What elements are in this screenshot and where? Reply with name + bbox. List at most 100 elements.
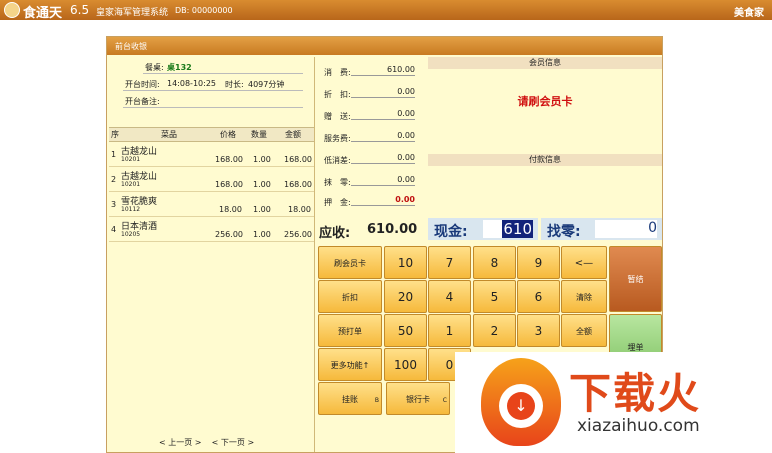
change-label: 找零: — [547, 224, 581, 240]
fee-label: 抹 零: — [324, 178, 351, 187]
fee-row-service: 服务费: 0.00 — [315, 127, 425, 147]
key-7[interactable]: 7 — [428, 246, 471, 279]
title-bar: 食通天 6.5 皇家海军管理系统 DB: 00000000 美食家 — [0, 0, 772, 21]
key-10[interactable]: 10 — [384, 246, 427, 279]
panel-title: 前台收银 — [115, 42, 147, 51]
fee-label: 服务费: — [324, 134, 351, 143]
key-9[interactable]: 9 — [517, 246, 560, 279]
row-amount: 168.00 — [284, 155, 312, 164]
bank-card-shortcut: C — [442, 397, 447, 404]
watermark-title: 下载火 — [569, 369, 702, 418]
cash-box: 现金: 610 — [428, 218, 538, 240]
db-label: DB: 00000000 — [175, 6, 233, 15]
open-time-label: 开台时间: — [125, 80, 160, 89]
key-6[interactable]: 6 — [517, 280, 560, 313]
fee-row-consumption: 消 费: 610.00 — [315, 61, 425, 81]
row-amount: 18.00 — [288, 205, 311, 214]
credit-button[interactable]: 挂账 B — [318, 382, 382, 415]
table-underline — [143, 73, 303, 74]
receivable-value: 610.00 — [367, 222, 418, 237]
key-50[interactable]: 50 — [384, 314, 427, 347]
fee-label: 消 费: — [324, 68, 351, 77]
fee-value: 0.00 — [351, 131, 415, 142]
row-price: 256.00 — [215, 230, 243, 239]
row-amount: 256.00 — [284, 230, 312, 239]
row-code: 10201 — [121, 156, 141, 163]
remark-label: 开台备注: — [125, 97, 160, 106]
full-amount-button[interactable]: 全额 — [561, 314, 607, 347]
cash-input-value: 610 — [502, 220, 533, 238]
prev-page-link[interactable]: < 上一页 > — [159, 438, 202, 447]
app-version: 6.5 — [70, 3, 90, 17]
fee-row-gift: 赠 送: 0.00 — [315, 105, 425, 125]
fee-label: 押 金: — [324, 198, 351, 207]
fee-label: 低消差: — [324, 156, 351, 165]
member-info-header: 会员信息 — [428, 57, 662, 69]
row-qty: 1.00 — [253, 155, 271, 164]
key-100[interactable]: 100 — [384, 348, 427, 381]
fee-label: 折 扣: — [324, 90, 351, 99]
table-row[interactable]: 2 古越龙山 10201 168.00 1.00 168.00 — [109, 167, 314, 192]
download-icon: ↓ — [507, 392, 535, 420]
app-name: 食通天 — [23, 6, 63, 21]
clear-button[interactable]: 清除 — [561, 280, 607, 313]
row-qty: 1.00 — [253, 205, 271, 214]
table-row[interactable]: 1 古越龙山 10201 168.00 1.00 168.00 — [109, 142, 314, 167]
row-amount: 168.00 — [284, 180, 312, 189]
hold-button[interactable]: 暂结 — [609, 246, 662, 312]
col-price: 价格 — [220, 130, 236, 139]
col-seq: 序 — [111, 130, 119, 139]
key-8[interactable]: 8 — [473, 246, 516, 279]
row-code: 10205 — [121, 231, 141, 238]
fee-value: 0.00 — [351, 175, 415, 186]
key-5[interactable]: 5 — [473, 280, 516, 313]
remark-underline — [123, 107, 303, 108]
row-code: 10112 — [121, 206, 141, 213]
key-2[interactable]: 2 — [473, 314, 516, 347]
flame-logo-inner: ↓ — [499, 384, 543, 428]
open-time-value: 14:08-10:25 — [167, 79, 216, 88]
bank-card-label: 银行卡 — [406, 395, 430, 404]
pagination: < 上一页 > < 下一页 > — [159, 437, 254, 448]
next-page-link[interactable]: < 下一页 > — [212, 438, 255, 447]
more-functions-button[interactable]: 更多功能↑ — [318, 348, 382, 381]
col-name: 菜品 — [161, 130, 177, 139]
credit-label: 挂账 — [342, 395, 358, 404]
key-3[interactable]: 3 — [517, 314, 560, 347]
row-code: 10201 — [121, 181, 141, 188]
row-seq: 1 — [111, 150, 117, 159]
watermark-url: xiazaihuo.com — [577, 416, 700, 436]
fee-value: 0.00 — [351, 153, 415, 164]
system-title: 皇家海军管理系统 — [96, 8, 169, 18]
fee-value: 0.00 — [351, 109, 415, 120]
bank-card-button[interactable]: 银行卡 C — [386, 382, 450, 415]
fee-label: 赠 送: — [324, 112, 351, 121]
order-details: 餐桌: 桌132 开台时间: 14:08-10:25 时长: 4097分钟 开台… — [109, 57, 315, 452]
key-4[interactable]: 4 — [428, 280, 471, 313]
time-underline — [123, 90, 303, 91]
fee-row-min-spend: 低消差: 0.00 — [315, 149, 425, 169]
col-qty: 数量 — [251, 130, 267, 139]
table-value: 桌132 — [167, 63, 192, 72]
key-20[interactable]: 20 — [384, 280, 427, 313]
duration-label: 时长: — [225, 80, 244, 89]
change-box: 找零: 0 — [541, 218, 662, 240]
table-row[interactable]: 3 雪花脆爽 10112 18.00 1.00 18.00 — [109, 192, 314, 217]
pre-print-button[interactable]: 预打单 — [318, 314, 382, 347]
payment-bar: 应收: 610.00 现金: 610 找零: 0 — [315, 217, 662, 241]
backspace-button[interactable]: <— — [561, 246, 607, 279]
row-qty: 1.00 — [253, 230, 271, 239]
key-1[interactable]: 1 — [428, 314, 471, 347]
cash-input[interactable]: 610 — [483, 220, 533, 238]
cash-label: 现金: — [434, 224, 468, 240]
fee-row-discount: 折 扣: 0.00 — [315, 83, 425, 103]
table-row[interactable]: 4 日本清酒 10205 256.00 1.00 256.00 — [109, 217, 314, 242]
fee-row-deposit: 押 金: 0.00 — [315, 191, 425, 211]
col-amount: 金额 — [285, 130, 301, 139]
discount-button[interactable]: 折扣 — [318, 280, 382, 313]
row-seq: 4 — [111, 225, 117, 234]
row-seq: 2 — [111, 175, 117, 184]
watermark: ↓ 下载火 xiazaihuo.com — [455, 352, 772, 453]
fee-summary: 消 费: 610.00 折 扣: 0.00 赠 送: 0.00 服务费: 0.0… — [315, 57, 427, 214]
swipe-member-card-button[interactable]: 刷会员卡 — [318, 246, 382, 279]
